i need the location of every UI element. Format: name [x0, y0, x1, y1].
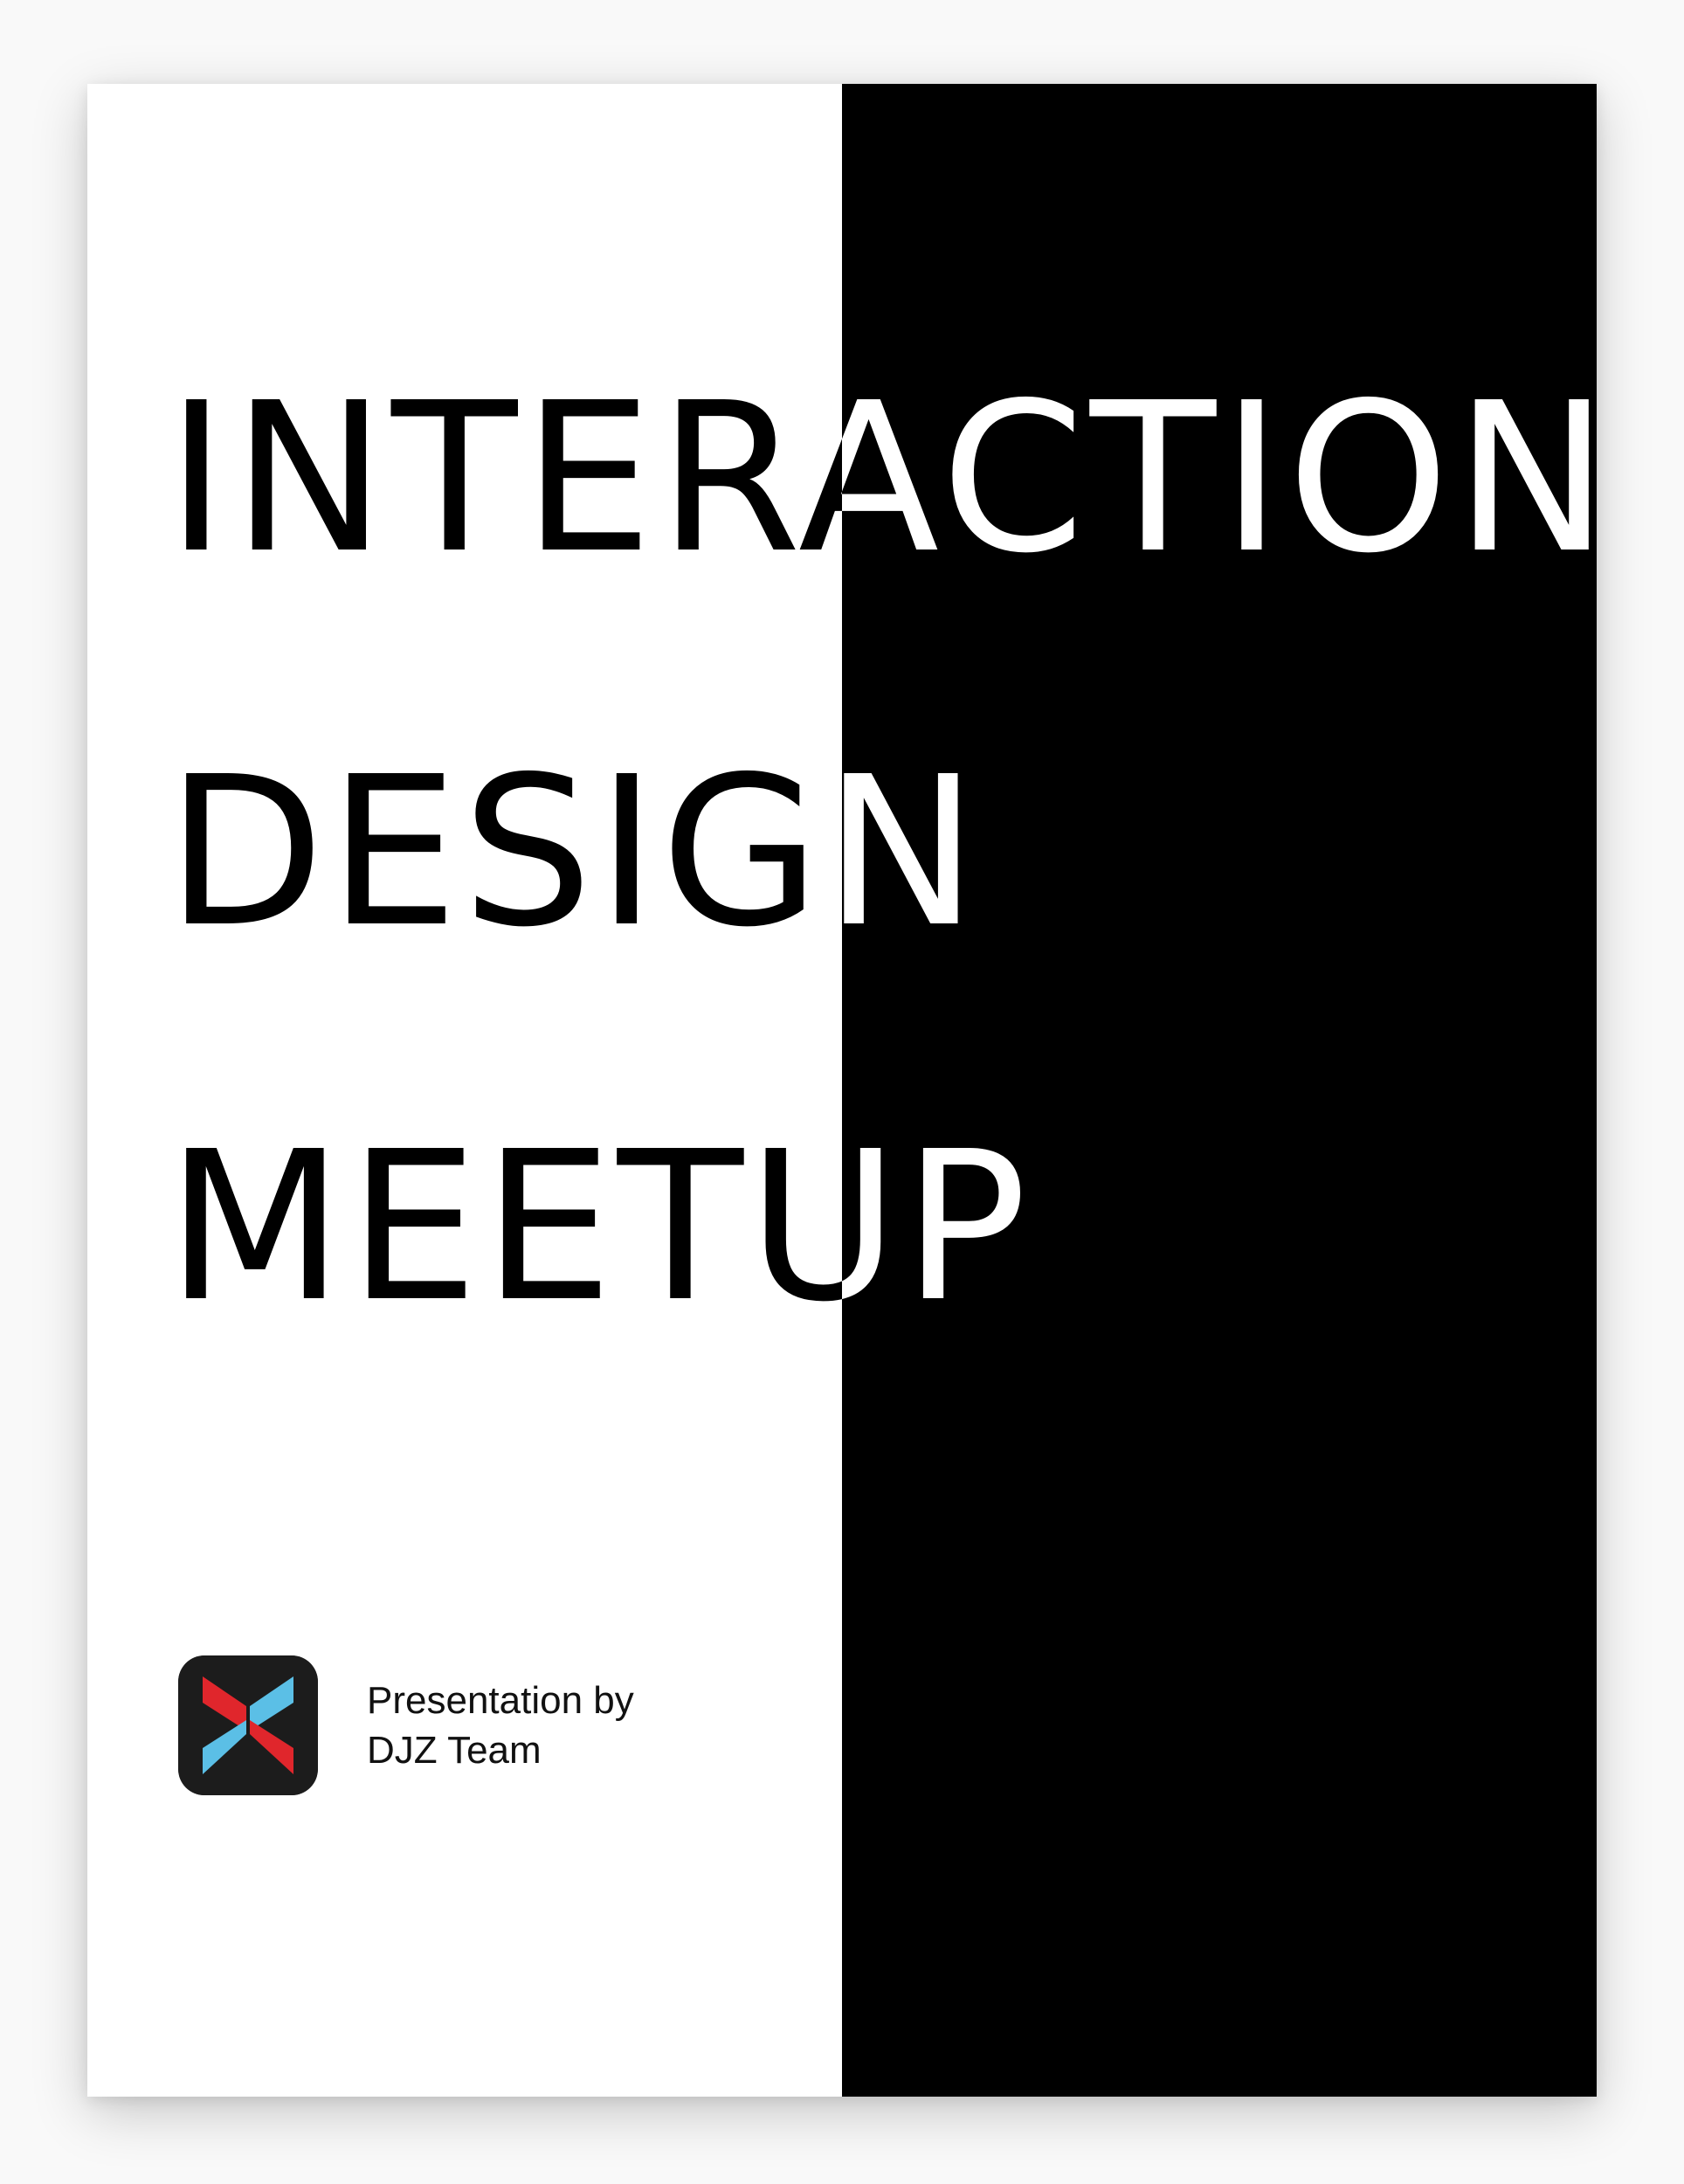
- credit-text: Presentation by DJZ Team: [367, 1676, 634, 1775]
- djz-x-logo-icon: [178, 1655, 318, 1795]
- credit-line-presentation: Presentation by: [367, 1679, 634, 1722]
- presenter-credit: Presentation by DJZ Team: [178, 1655, 634, 1795]
- credit-line-team: DJZ Team: [367, 1729, 542, 1772]
- poster-card: INTERACTION DESIGN MEETUP INTERACTION DE…: [87, 84, 1597, 2097]
